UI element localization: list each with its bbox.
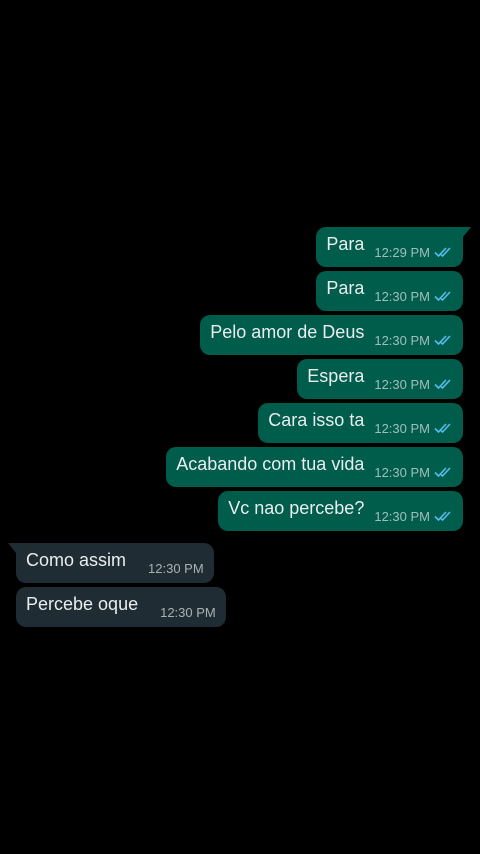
message-row: Vc nao percebe? 12:30 PM xyxy=(0,491,480,531)
message-row: Percebe oque 12:30 PM xyxy=(0,587,480,627)
incoming-message-bubble[interactable]: Percebe oque 12:30 PM xyxy=(16,587,226,627)
outgoing-message-bubble[interactable]: Vc nao percebe? 12:30 PM xyxy=(218,491,463,531)
message-meta: 12:29 PM xyxy=(374,245,453,260)
message-text: Vc nao percebe? xyxy=(228,498,365,518)
read-ticks-icon xyxy=(434,334,453,346)
read-ticks-icon xyxy=(434,290,453,302)
message-list: Para 12:29 PM Para 12:30 PM Pelo amor de… xyxy=(0,227,480,627)
outgoing-message-bubble[interactable]: Cara isso ta 12:30 PM xyxy=(258,403,463,443)
outgoing-message-bubble[interactable]: Acabando com tua vida 12:30 PM xyxy=(166,447,463,487)
message-text: Cara isso ta xyxy=(268,410,365,430)
message-row: Como assim 12:30 PM xyxy=(0,543,480,583)
message-text: Pelo amor de Deus xyxy=(210,322,365,342)
message-time: 12:30 PM xyxy=(148,560,204,576)
message-row: Para 12:30 PM xyxy=(0,271,480,311)
chat-conversation: Para 12:29 PM Para 12:30 PM Pelo amor de… xyxy=(0,0,480,854)
message-text: Acabando com tua vida xyxy=(176,454,365,474)
message-text: Como assim xyxy=(26,550,127,570)
outgoing-message-bubble[interactable]: Pelo amor de Deus 12:30 PM xyxy=(200,315,463,355)
message-row: Espera 12:30 PM xyxy=(0,359,480,399)
message-meta: 12:30 PM xyxy=(374,333,453,348)
message-meta: 12:30 PM xyxy=(374,509,453,524)
message-time: 12:30 PM xyxy=(374,288,430,304)
message-time: 12:30 PM xyxy=(374,420,430,436)
message-time: 12:30 PM xyxy=(374,508,430,524)
message-row: Cara isso ta 12:30 PM xyxy=(0,403,480,443)
message-meta: 12:30 PM xyxy=(374,421,453,436)
message-row: Pelo amor de Deus 12:30 PM xyxy=(0,315,480,355)
message-text: Espera xyxy=(307,366,365,386)
message-time: 12:30 PM xyxy=(374,464,430,480)
message-time: 12:30 PM xyxy=(160,604,216,620)
message-meta: 12:30 PM xyxy=(374,289,453,304)
message-meta: 12:30 PM xyxy=(374,377,453,392)
read-ticks-icon xyxy=(434,246,453,258)
read-ticks-icon xyxy=(434,422,453,434)
read-ticks-icon xyxy=(434,510,453,522)
message-meta: 12:30 PM xyxy=(160,605,216,620)
message-meta: 12:30 PM xyxy=(374,465,453,480)
message-time: 12:30 PM xyxy=(374,376,430,392)
message-time: 12:30 PM xyxy=(374,332,430,348)
message-text: Para xyxy=(326,278,365,298)
outgoing-message-bubble[interactable]: Para 12:29 PM xyxy=(316,227,471,267)
read-ticks-icon xyxy=(434,466,453,478)
message-text: Percebe oque xyxy=(26,594,139,614)
message-time: 12:29 PM xyxy=(374,244,430,260)
incoming-message-bubble[interactable]: Como assim 12:30 PM xyxy=(8,543,214,583)
message-meta: 12:30 PM xyxy=(148,561,204,576)
message-row: Para 12:29 PM xyxy=(0,227,480,267)
outgoing-message-bubble[interactable]: Espera 12:30 PM xyxy=(297,359,463,399)
message-row: Acabando com tua vida 12:30 PM xyxy=(0,447,480,487)
outgoing-message-bubble[interactable]: Para 12:30 PM xyxy=(316,271,463,311)
message-text: Para xyxy=(326,234,365,254)
read-ticks-icon xyxy=(434,378,453,390)
